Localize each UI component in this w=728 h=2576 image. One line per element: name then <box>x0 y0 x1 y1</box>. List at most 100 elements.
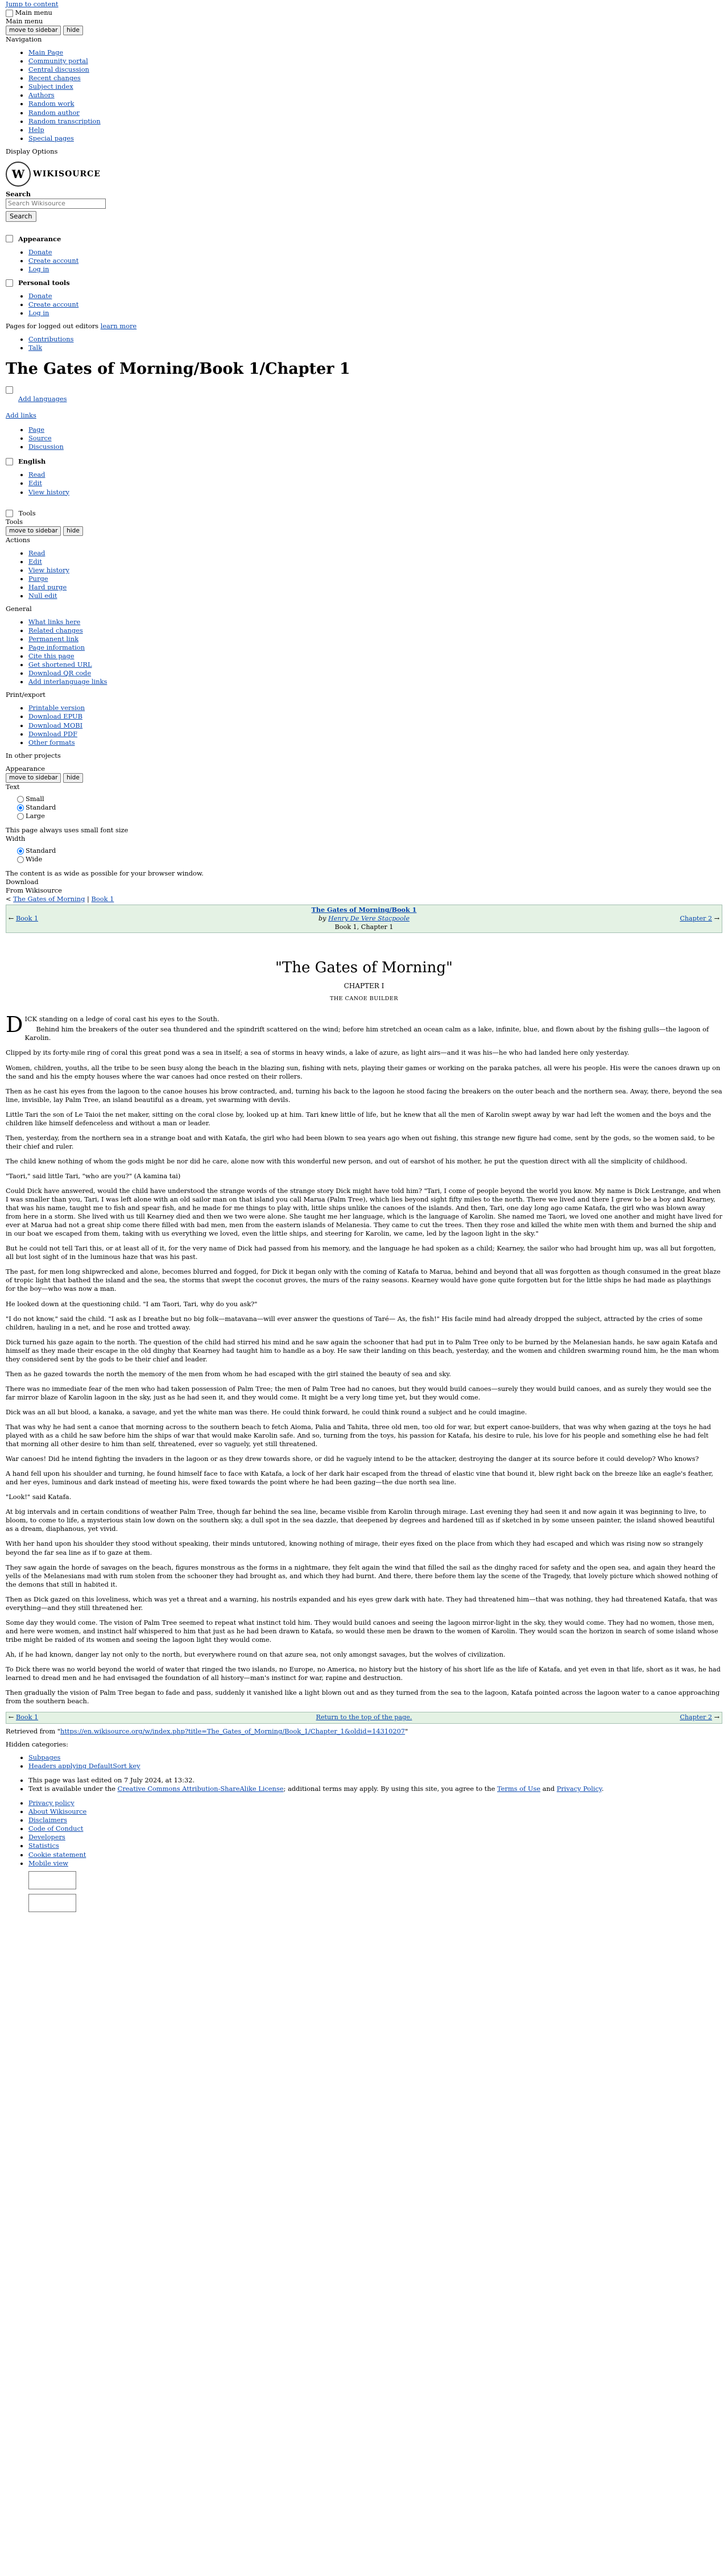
tools-toggle-label[interactable]: Tools <box>19 509 36 517</box>
header-prev-link[interactable]: Book 1 <box>16 915 38 922</box>
tool-add-interlanguage-links[interactable]: Add interlanguage links <box>28 678 107 686</box>
download-pdf-link[interactable]: Download PDF <box>28 730 77 738</box>
add-links-link[interactable]: Add links <box>6 411 36 419</box>
nav-item-random-transcription[interactable]: Random transcription <box>28 117 101 125</box>
footer-developers-link[interactable]: Developers <box>28 1833 65 1841</box>
tools-move-button[interactable]: move to sidebar <box>6 526 61 536</box>
nav-item-special-pages[interactable]: Special pages <box>28 134 74 142</box>
category-defaultsort-link[interactable]: Headers applying DefaultSort key <box>28 1762 140 1770</box>
action-read[interactable]: Read <box>28 549 45 557</box>
footer-about-link[interactable]: About Wikisource <box>28 1807 86 1815</box>
footer-prev-link[interactable]: Book 1 <box>16 1714 38 1721</box>
tool-related-changes[interactable]: Related changes <box>28 626 83 634</box>
login-link[interactable]: Log in <box>28 265 49 273</box>
learn-more-link[interactable]: learn more <box>101 322 136 330</box>
nav-item-central-discussion[interactable]: Central discussion <box>28 65 89 73</box>
action-purge[interactable]: Purge <box>28 575 48 583</box>
header-work-title-link[interactable]: The Gates of Morning/Book 1 <box>312 906 417 914</box>
talk-link[interactable]: Talk <box>28 344 42 352</box>
contributions-link[interactable]: Contributions <box>28 335 73 343</box>
tab-page[interactable]: Page <box>28 426 44 434</box>
personal-login-link[interactable]: Log in <box>28 309 49 317</box>
tab-view-history[interactable]: View history <box>28 488 69 496</box>
nav-item-random-work[interactable]: Random work <box>28 100 75 108</box>
tab-edit[interactable]: Edit <box>28 479 42 487</box>
license-link[interactable]: Creative Commons Attribution-ShareAlike … <box>118 1785 284 1793</box>
appearance-toggle-label[interactable]: Appearance <box>6 235 722 243</box>
main-menu-label[interactable]: Main menu <box>15 9 52 16</box>
retrieved-url-link[interactable]: https://en.wikisource.org/w/index.php?ti… <box>60 1727 405 1735</box>
width-wide-radio[interactable] <box>17 856 24 864</box>
footer-cookie-statement-link[interactable]: Cookie statement <box>28 1851 86 1859</box>
tool-cite-this-page[interactable]: Cite this page <box>28 652 74 660</box>
category-subpages-link[interactable]: Subpages <box>28 1753 60 1761</box>
breadcrumb-current-link[interactable]: Book 1 <box>92 895 114 903</box>
footer-privacy-policy-link[interactable]: Privacy policy <box>28 1799 75 1807</box>
tool-permanent-link[interactable]: Permanent link <box>28 635 78 643</box>
tab-source[interactable]: Source <box>28 434 52 442</box>
donate-link[interactable]: Donate <box>28 248 52 256</box>
tab-discussion[interactable]: Discussion <box>28 443 64 451</box>
nav-item-subject-index[interactable]: Subject index <box>28 82 73 90</box>
appearance-checkbox[interactable] <box>6 235 13 243</box>
personal-donate-link[interactable]: Donate <box>28 292 52 300</box>
nav-item-authors[interactable]: Authors <box>28 91 55 99</box>
footer-code-of-conduct-link[interactable]: Code of Conduct <box>28 1824 83 1832</box>
action-hard-purge[interactable]: Hard purge <box>28 583 67 591</box>
main-menu-hide-button[interactable]: hide <box>63 26 83 36</box>
tool-get-shortened-url[interactable]: Get shortened URL <box>28 660 92 668</box>
nav-item-recent-changes[interactable]: Recent changes <box>28 74 81 82</box>
footer-statistics-link[interactable]: Statistics <box>28 1842 59 1850</box>
tools-checkbox[interactable] <box>6 510 13 518</box>
width-standard-radio[interactable] <box>17 848 24 855</box>
wikimedia-foundation-badge[interactable] <box>28 1871 76 1889</box>
text-standard-radio[interactable] <box>17 804 24 811</box>
nav-item-community-portal[interactable]: Community portal <box>28 57 88 65</box>
footer-mobile-view-link[interactable]: Mobile view <box>28 1859 68 1867</box>
appearance-move-button[interactable]: move to sidebar <box>6 773 61 783</box>
download-epub-link[interactable]: Download EPUB <box>28 712 82 720</box>
create-account-link[interactable]: Create account <box>28 257 78 265</box>
action-null-edit[interactable]: Null edit <box>28 592 57 600</box>
variants-checkbox[interactable] <box>6 457 13 465</box>
nav-item-random-author[interactable]: Random author <box>28 109 80 117</box>
nav-item-main-page[interactable]: Main Page <box>28 48 63 56</box>
header-next-link[interactable]: Chapter 2 <box>680 915 712 922</box>
main-menu-checkbox[interactable] <box>6 9 13 17</box>
personal-tools-checkbox[interactable] <box>6 279 13 287</box>
main-menu-move-button[interactable]: move to sidebar <box>6 26 61 36</box>
wikisource-logo[interactable]: W WIKISOURCE <box>6 161 722 187</box>
languages-checkbox[interactable] <box>6 386 13 394</box>
breadcrumb-parent-link[interactable]: The Gates of Morning <box>13 895 85 903</box>
language-variant-label[interactable]: English <box>6 457 722 466</box>
tool-download-qr-code[interactable]: Download QR code <box>28 669 91 677</box>
footer-disclaimers-link[interactable]: Disclaimers <box>28 1816 67 1824</box>
other-formats-link[interactable]: Other formats <box>28 738 75 746</box>
search-input[interactable] <box>6 198 106 209</box>
add-languages-link[interactable]: Add languages <box>18 395 67 403</box>
download-mobi-link[interactable]: Download MOBI <box>28 721 82 729</box>
powered-by-mediawiki-badge[interactable] <box>28 1893 76 1912</box>
text-small-radio[interactable] <box>17 795 24 803</box>
return-to-top-link[interactable]: Return to the top of the page. <box>316 1714 412 1721</box>
text-large-radio[interactable] <box>17 812 24 820</box>
footer-navigation-box: ← Book 1 Return to the top of the page. … <box>6 1712 722 1724</box>
action-edit[interactable]: Edit <box>28 558 42 565</box>
appearance-hide-button[interactable]: hide <box>63 773 83 783</box>
footer-next-link[interactable]: Chapter 2 <box>680 1714 712 1721</box>
tool-page-information[interactable]: Page information <box>28 643 85 651</box>
license-text: Text is available under the <box>28 1785 118 1793</box>
personal-create-account-link[interactable]: Create account <box>28 300 78 308</box>
tab-read[interactable]: Read <box>28 470 45 478</box>
search-button[interactable]: Search <box>6 210 36 222</box>
skip-to-content-link[interactable]: Jump to content <box>6 0 58 8</box>
tools-hide-button[interactable]: hide <box>63 526 83 536</box>
header-author-link[interactable]: Henry De Vere Stacpoole <box>328 915 410 922</box>
printable-version-link[interactable]: Printable version <box>28 704 85 712</box>
privacy-policy-inline-link[interactable]: Privacy Policy <box>557 1785 602 1793</box>
terms-of-use-link[interactable]: Terms of Use <box>497 1785 540 1793</box>
nav-item-help[interactable]: Help <box>28 126 44 134</box>
personal-tools-label[interactable]: Personal tools <box>6 279 722 287</box>
action-view-history[interactable]: View history <box>28 566 69 574</box>
tool-what-links-here[interactable]: What links here <box>28 618 80 626</box>
